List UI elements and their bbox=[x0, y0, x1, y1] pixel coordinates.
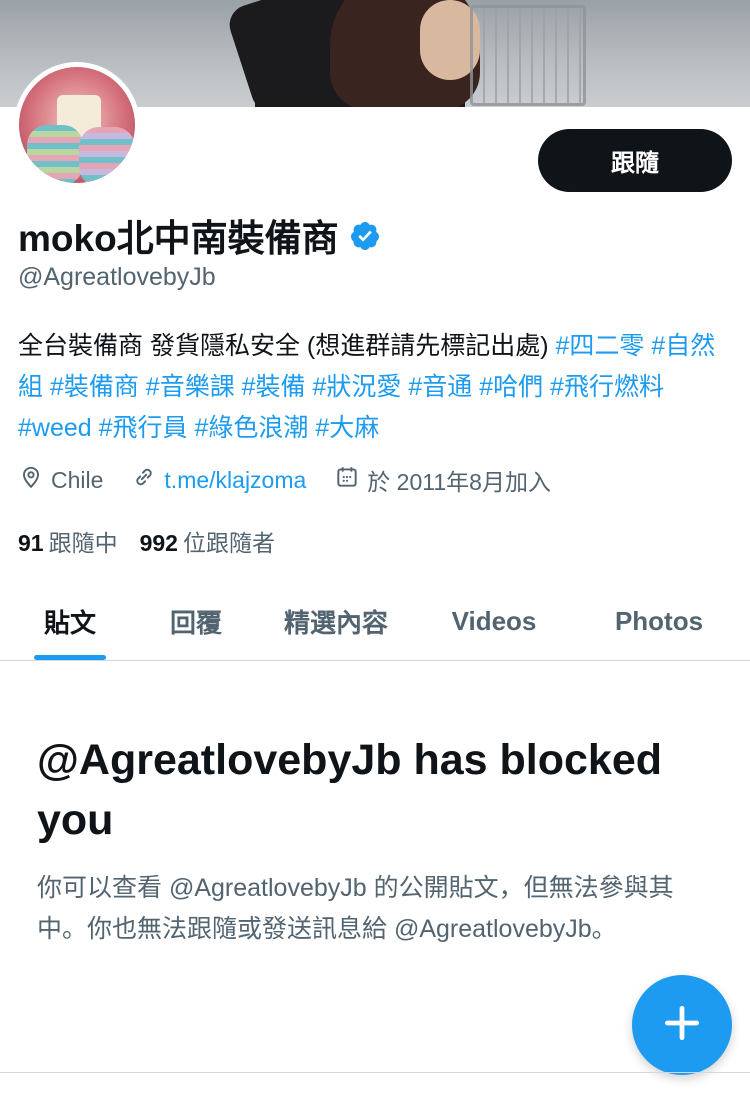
followers-count[interactable]: 992 位跟隨者 bbox=[140, 524, 275, 558]
profile-link[interactable]: t.me/klajzoma bbox=[164, 467, 306, 494]
active-tab-indicator bbox=[34, 655, 106, 660]
tab-posts[interactable]: 貼文 bbox=[18, 582, 122, 660]
bio-text: 全台裝備商 發貨隱私安全 (想進群請先標記出處) bbox=[18, 332, 556, 360]
tab-replies[interactable]: 回覆 bbox=[146, 582, 246, 660]
profile-handle: @AgreatlovebyJb bbox=[18, 263, 216, 291]
divider bbox=[0, 1072, 750, 1073]
link-icon bbox=[131, 464, 157, 496]
profile-avatar[interactable] bbox=[14, 62, 140, 188]
tab-highlights[interactable]: 精選內容 bbox=[268, 582, 404, 660]
compose-button[interactable] bbox=[632, 975, 732, 1075]
joined-text: 於 2011年8月加入 bbox=[367, 469, 551, 495]
joined-item: 於 2011年8月加入 bbox=[334, 463, 551, 497]
location-icon bbox=[18, 464, 44, 496]
following-count[interactable]: 91 跟隨中 bbox=[18, 524, 118, 558]
follow-button[interactable]: 跟隨 bbox=[538, 129, 732, 192]
follow-counts: 91 跟隨中 992 位跟隨者 bbox=[18, 524, 275, 558]
profile-tabs: 貼文 回覆 精選內容 Videos Photos bbox=[0, 582, 750, 661]
blocked-description: 你可以查看 @AgreatlovebyJb 的公開貼文，但無法參與其中。你也無法… bbox=[37, 874, 674, 943]
location-text: Chile bbox=[51, 466, 104, 493]
link-item[interactable]: t.me/klajzoma bbox=[131, 464, 306, 496]
profile-bio: 全台裝備商 發貨隱私安全 (想進群請先標記出處) #四二零 #自然組 #裝備商 … bbox=[18, 326, 732, 449]
display-name: moko北中南裝備商 bbox=[18, 208, 381, 262]
blocked-title: @AgreatlovebyJb has blocked you bbox=[37, 736, 663, 844]
tab-photos[interactable]: Photos bbox=[594, 582, 724, 660]
calendar-icon bbox=[334, 464, 360, 496]
verified-badge-icon[interactable] bbox=[349, 219, 381, 251]
location-item: Chile bbox=[18, 464, 103, 496]
compose-plus-icon bbox=[660, 1001, 704, 1050]
profile-meta: Chile t.me/klajzoma 於 2011年8月加入 bbox=[18, 463, 579, 497]
tab-videos[interactable]: Videos bbox=[432, 582, 556, 660]
display-name-text: moko北中南裝備商 bbox=[18, 218, 339, 259]
